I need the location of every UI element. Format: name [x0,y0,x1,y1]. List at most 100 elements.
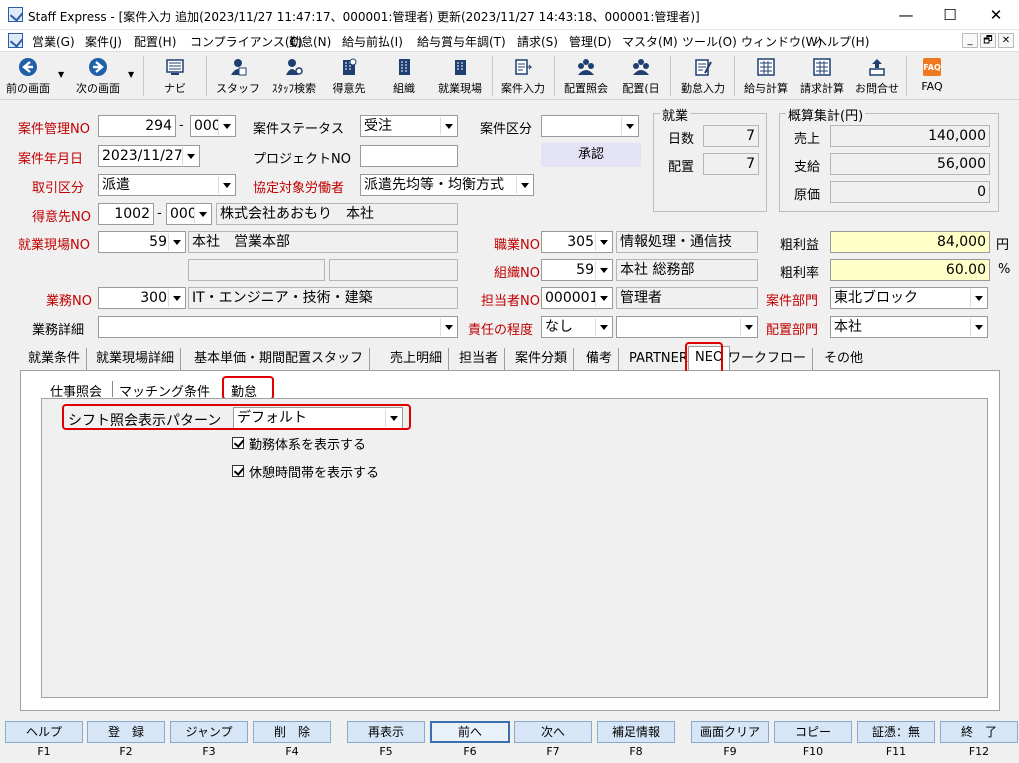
forward-button[interactable]: 次の画面 [70,54,126,98]
job-type-no-select[interactable]: 305 [541,231,613,253]
deal-type-select[interactable]: 派遣 [98,174,236,196]
staff-no-select[interactable]: 000001 [541,287,613,309]
close-button[interactable]: ✕ [973,0,1019,30]
f4-delete-button[interactable]: 削 除 [253,721,331,743]
f7-next-button[interactable]: 次へ [514,721,592,743]
menu-bar: 営業(G) 案件(J) 配置(H) コンプライアンス(C) 勤怠(N) 給与前払… [0,30,1019,52]
f11-evidence-button[interactable]: 証憑：無 [857,721,935,743]
inquiry-button[interactable]: お問合せ [852,54,902,98]
case-no-sub-select[interactable]: 000 [190,115,236,137]
assignment-daily-button[interactable]: 配置(日 [618,54,664,98]
agreement-select[interactable]: 派遣先均等・均衡方式 [360,174,534,196]
faq-icon: FAQ [923,58,941,76]
worksite-no-label: 就業現場NO [18,238,90,253]
payroll-calc-button[interactable]: 給与計算 [740,54,792,98]
back-button[interactable]: 前の画面 [2,54,54,98]
faq-button[interactable]: FAQ FAQ [912,54,952,98]
menu-tools[interactable]: ツール(O) [682,33,737,50]
back-dropdown-icon[interactable]: ▼ [58,70,64,79]
customer-sub-select[interactable]: 000 [166,203,212,225]
case-date-picker[interactable]: 2023/11/27 [98,145,200,167]
tab-case-category[interactable]: 案件分類 [509,348,575,370]
responsibility-select[interactable]: なし [541,316,613,338]
responsibility-label: 責任の程度 [468,323,534,338]
pay-field: 56,000 [830,153,990,175]
f1-help-button[interactable]: ヘルプ [5,721,83,743]
business-no-select[interactable]: 300 [98,287,186,309]
f8-supplementary-button[interactable]: 補足情報 [597,721,675,743]
worksite-button[interactable]: 就業現場 [432,54,488,98]
show-break-time-checkbox[interactable] [232,465,244,477]
billing-calc-icon [813,58,831,76]
tab-sales-detail[interactable]: 売上明細 [384,348,450,370]
customer-button[interactable]: 得意先 [326,54,372,98]
tab-notes[interactable]: 備考 [580,348,620,370]
tab-staff[interactable]: 担当者 [453,348,506,370]
menu-compliance[interactable]: コンプライアンス(C) [190,33,303,50]
forward-dropdown-icon[interactable]: ▼ [128,70,134,79]
staff-search-button[interactable]: ｽﾀｯﾌ検索 [266,54,322,98]
org-no-select[interactable]: 59 [541,259,613,281]
case-no-input[interactable]: 294 [98,115,176,137]
menu-sales[interactable]: 営業(G) [32,33,75,50]
menu-billing[interactable]: 請求(S) [517,33,558,50]
f12-exit-button[interactable]: 終 了 [940,721,1018,743]
case-status-select[interactable]: 受注 [360,115,458,137]
mdi-app-icon[interactable] [8,33,23,48]
menu-admin[interactable]: 管理(D) [569,33,612,50]
staff-button[interactable]: スタッフ [214,54,262,98]
menu-assignment[interactable]: 配置(H) [134,33,176,50]
menu-advance-pay[interactable]: 給与前払(I) [342,33,403,50]
tab-employment-conditions[interactable]: 就業条件 [22,348,88,370]
menu-attendance[interactable]: 勤怠(N) [289,33,331,50]
menu-case[interactable]: 案件(J) [85,33,122,50]
mdi-restore-button[interactable]: 🗗 [980,33,996,48]
case-type-select[interactable] [541,115,639,137]
tab-base-rate[interactable]: 基本単価・期間配置スタッフ [188,348,371,370]
tab-other[interactable]: その他 [818,348,869,370]
title-bar: Staff Express - [案件入力 追加(2023/11/27 11:4… [0,0,1019,30]
f11-key-label: F11 [885,745,907,758]
customer-no-input[interactable]: 1002 [98,203,154,225]
responsibility-extra-select[interactable] [616,316,758,338]
mdi-close-button[interactable]: ✕ [998,33,1014,48]
business-detail-select[interactable] [98,316,458,338]
approve-button[interactable]: 承認 [541,143,641,167]
assignment-inquiry-button[interactable]: 配置照会 [558,54,614,98]
case-input-button[interactable]: 案件入力 [496,54,550,98]
project-no-input[interactable] [360,145,458,167]
f5-refresh-button[interactable]: 再表示 [347,721,425,743]
pay-label: 支給 [794,160,821,175]
f10-copy-button[interactable]: コピー [774,721,852,743]
gross-profit-unit: 円 [996,238,1010,253]
minimize-button[interactable]: — [883,0,929,30]
billing-calc-button[interactable]: 請求計算 [796,54,848,98]
organization-button[interactable]: 組織 [382,54,426,98]
navi-button[interactable]: ナビ [150,54,200,98]
sales-field: 140,000 [830,125,990,147]
case-dept-select[interactable]: 東北ブロック [830,287,988,309]
f9-clear-button[interactable]: 画面クリア [691,721,769,743]
f2-register-button[interactable]: 登 録 [87,721,165,743]
tab-worksite-detail[interactable]: 就業現場詳細 [90,348,182,370]
menu-payroll[interactable]: 給与賞与年調(T) [417,33,506,50]
mdi-minimize-button[interactable]: _ [962,33,978,48]
assign-dept-select[interactable]: 本社 [830,316,988,338]
menu-window[interactable]: ウィンドウ(W) [741,33,822,50]
case-input-label: 案件入力 [501,82,545,95]
tab-workflow[interactable]: ワークフロー [722,348,814,370]
f4-key-label: F4 [285,745,299,758]
f6-previous-button[interactable]: 前へ [430,721,510,743]
chevron-down-icon [194,205,210,223]
show-work-system-checkbox[interactable] [232,437,244,449]
f3-jump-button[interactable]: ジャンプ [170,721,248,743]
maximize-button[interactable]: ☐ [927,0,973,30]
menu-help[interactable]: ヘルプ(H) [815,33,869,50]
toolbar-separator [492,56,493,96]
case-input-icon [515,59,533,75]
gross-profit-label: 粗利益 [780,238,820,253]
attendance-input-button[interactable]: 勤怠入力 [676,54,730,98]
menu-master[interactable]: マスタ(M) [622,33,678,50]
show-break-time-label: 休憩時間帯を表示する [249,466,380,481]
worksite-no-select[interactable]: 59 [98,231,186,253]
